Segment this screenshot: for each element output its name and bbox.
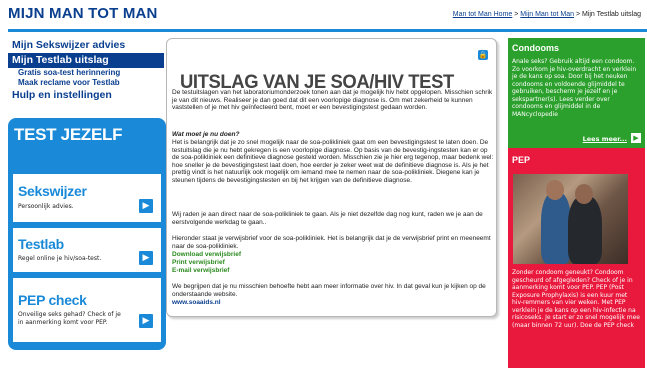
pep-title[interactable]: PEP xyxy=(512,155,530,165)
pep-check-card[interactable]: PEP check Onveilige seks gehad? Check of… xyxy=(13,278,161,342)
condoms-text: Anale seks? Gebruik altijd een condoom. … xyxy=(512,58,637,118)
photo-head-left xyxy=(546,180,564,200)
photo-head-right xyxy=(575,184,593,204)
pep-check-arrow-icon[interactable]: ▶ xyxy=(139,314,153,328)
referral-paragraph: Hieronder staat je verwijsbrief voor de … xyxy=(172,235,491,250)
pep-check-title[interactable]: PEP check xyxy=(18,292,87,308)
nav-item-sekswijzer[interactable]: Mijn Sekswijzer advies xyxy=(8,38,164,53)
header-divider xyxy=(8,29,647,32)
question-heading: Wat moet je nu doen? xyxy=(172,131,240,138)
download-link[interactable]: Download verwijsbrief xyxy=(172,251,494,259)
soaaids-link[interactable]: www.soaaids.nl xyxy=(172,299,494,307)
sekswijzer-title[interactable]: Sekswijzer xyxy=(18,183,87,199)
breadcrumb-mijn-link[interactable]: Mijn Man tot Man xyxy=(520,11,574,18)
condoms-title[interactable]: Condooms xyxy=(512,43,559,53)
advice-paragraph: Het is belangrijk dat je zo snel mogelij… xyxy=(172,139,494,184)
nav-item-testlab-uitslag[interactable]: Mijn Testlab uitslag xyxy=(8,53,164,68)
photo-figure-right xyxy=(568,196,602,264)
lock-icon[interactable]: 🔒 xyxy=(478,50,488,60)
email-link[interactable]: E-mail verwijsbrief xyxy=(172,267,494,275)
info-paragraph: We begrijpen dat je nu misschien behoeft… xyxy=(172,283,486,298)
intro-text: De testuitslagen van het laboratoriumond… xyxy=(172,89,493,112)
breadcrumb: Man tot Man Home > Mijn Man tot Man > Mi… xyxy=(453,11,641,18)
test-jezelf-title: TEST JEZELF xyxy=(14,125,123,144)
breadcrumb-separator: > xyxy=(514,11,519,18)
pep-photo xyxy=(513,174,628,264)
breadcrumb-home-link[interactable]: Man tot Man Home xyxy=(453,11,513,18)
testlab-title[interactable]: Testlab xyxy=(18,236,64,252)
nav-item-hulp[interactable]: Hulp en instellingen xyxy=(8,88,164,103)
print-link[interactable]: Print verwijsbrief xyxy=(172,259,494,267)
testlab-card[interactable]: Testlab Regel online je hiv/soa-test. ▶ xyxy=(13,228,161,272)
photo-figure-left xyxy=(541,192,571,264)
sekswijzer-desc: Persoonlijk advies. xyxy=(18,203,74,210)
sidebar-nav: Mijn Sekswijzer advies Mijn Testlab uits… xyxy=(8,38,164,103)
testlab-arrow-icon[interactable]: ▶ xyxy=(139,251,153,265)
advice-paragraph-2: Wij raden je aan direct naar de soa-poli… xyxy=(172,211,483,226)
nav-subitem-herinnering[interactable]: Gratis soa-test herinnering xyxy=(8,68,164,78)
breadcrumb-current: Mijn Testlab uitslag xyxy=(581,11,641,18)
pep-check-desc: Onveilige seks gehad? Check of je in aan… xyxy=(18,311,121,326)
breadcrumb-separator: > xyxy=(575,11,581,18)
nav-subitem-reclame[interactable]: Maak reclame voor Testlab xyxy=(8,78,164,88)
condoms-arrow-icon[interactable]: ▶ xyxy=(631,133,641,143)
test-jezelf-panel: TEST JEZELF Sekswijzer Persoonlijk advie… xyxy=(8,118,166,350)
condoms-more-link[interactable]: Lees meer... xyxy=(583,135,627,143)
pep-text: Zonder condoom geneukt? Condoom gescheur… xyxy=(512,269,640,329)
sekswijzer-card[interactable]: Sekswijzer Persoonlijk advies. ▶ xyxy=(13,174,161,222)
sekswijzer-arrow-icon[interactable]: ▶ xyxy=(139,199,153,213)
site-logo[interactable]: MIJN MAN TOT MAN xyxy=(8,5,158,22)
condoms-panel: Condooms Anale seks? Gebruik altijd een … xyxy=(508,38,645,148)
testlab-desc: Regel online je hiv/soa-test. xyxy=(18,255,102,262)
